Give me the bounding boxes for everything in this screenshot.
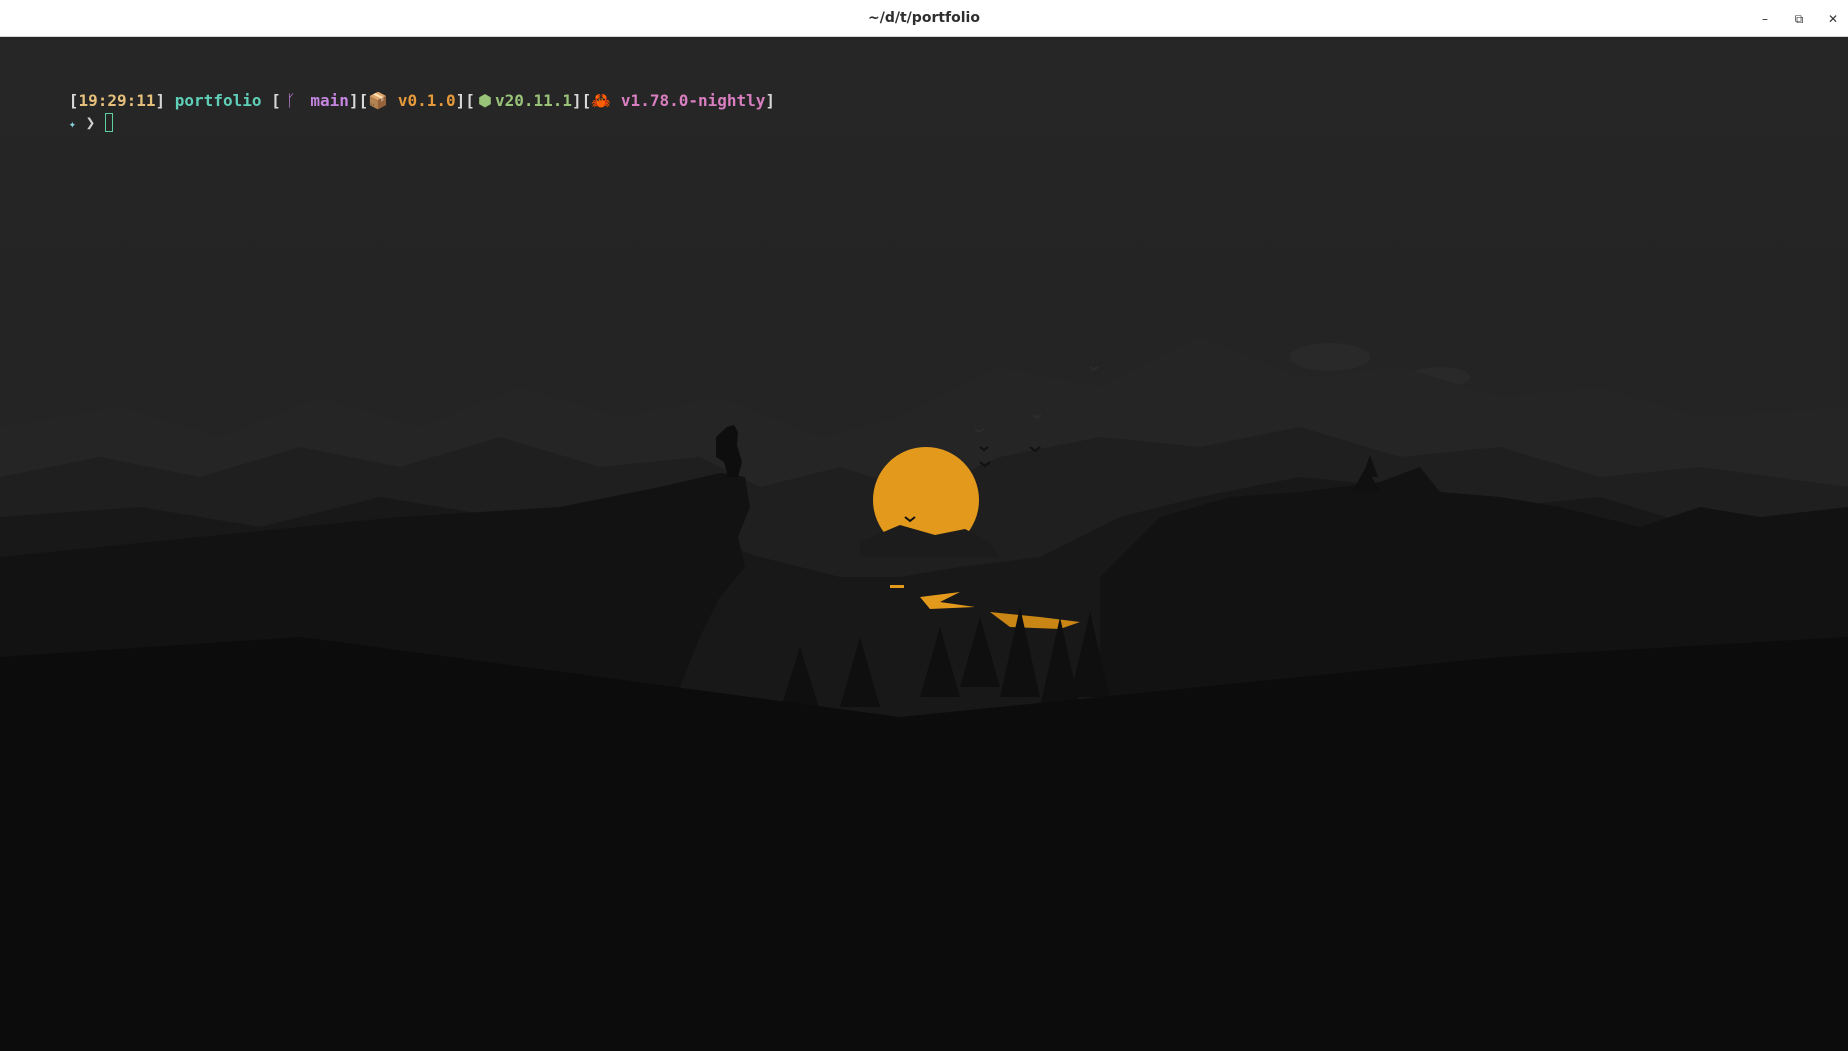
text-cursor[interactable] [104,113,113,132]
node-version: v20.11.1 [494,91,572,110]
bracket: [ [465,91,475,110]
prompt-input-line[interactable]: ✦ ❯ [11,93,113,154]
nodejs-icon: ⬢ [477,91,492,110]
bracket: ] [572,91,582,110]
prompt-directory: portfolio [174,91,262,110]
bracket: ] [765,91,776,110]
prompt-status-line: [19:29:11] portfolio [ᚴ main][📦 v0.1.0][… [11,71,775,131]
prompt-star-icon: ✦ [68,117,77,131]
package-icon: 📦 [368,91,389,110]
bracket: [ [271,91,281,110]
title-bar[interactable]: ~/d/t/portfolio – ⧉ ✕ [0,0,1848,37]
close-button[interactable]: ✕ [1822,8,1844,30]
git-branch-icon: ᚴ [285,91,296,110]
package-version: v0.1.0 [397,91,456,110]
terminal-area[interactable]: [19:29:11] portfolio [ᚴ main][📦 v0.1.0][… [0,37,1848,1051]
git-branch-name: main [310,91,349,110]
window-title: ~/d/t/portfolio [868,10,980,26]
prompt-chevron-icon: ❯ [85,113,96,132]
rust-crab-icon: 🦀 [591,91,612,110]
bracket: [ [581,91,592,110]
wallpaper-landscape [0,37,1848,1051]
bracket: ] [155,91,166,110]
bracket: ] [348,91,359,110]
bracket: ] [455,91,466,110]
rust-version: v1.78.0-nightly [620,91,766,110]
bracket: [ [358,91,369,110]
maximize-button[interactable]: ⧉ [1788,8,1810,30]
minimize-button[interactable]: – [1754,8,1776,30]
terminal-window: ~/d/t/portfolio – ⧉ ✕ [19:29:11] portfol… [0,0,1848,1051]
